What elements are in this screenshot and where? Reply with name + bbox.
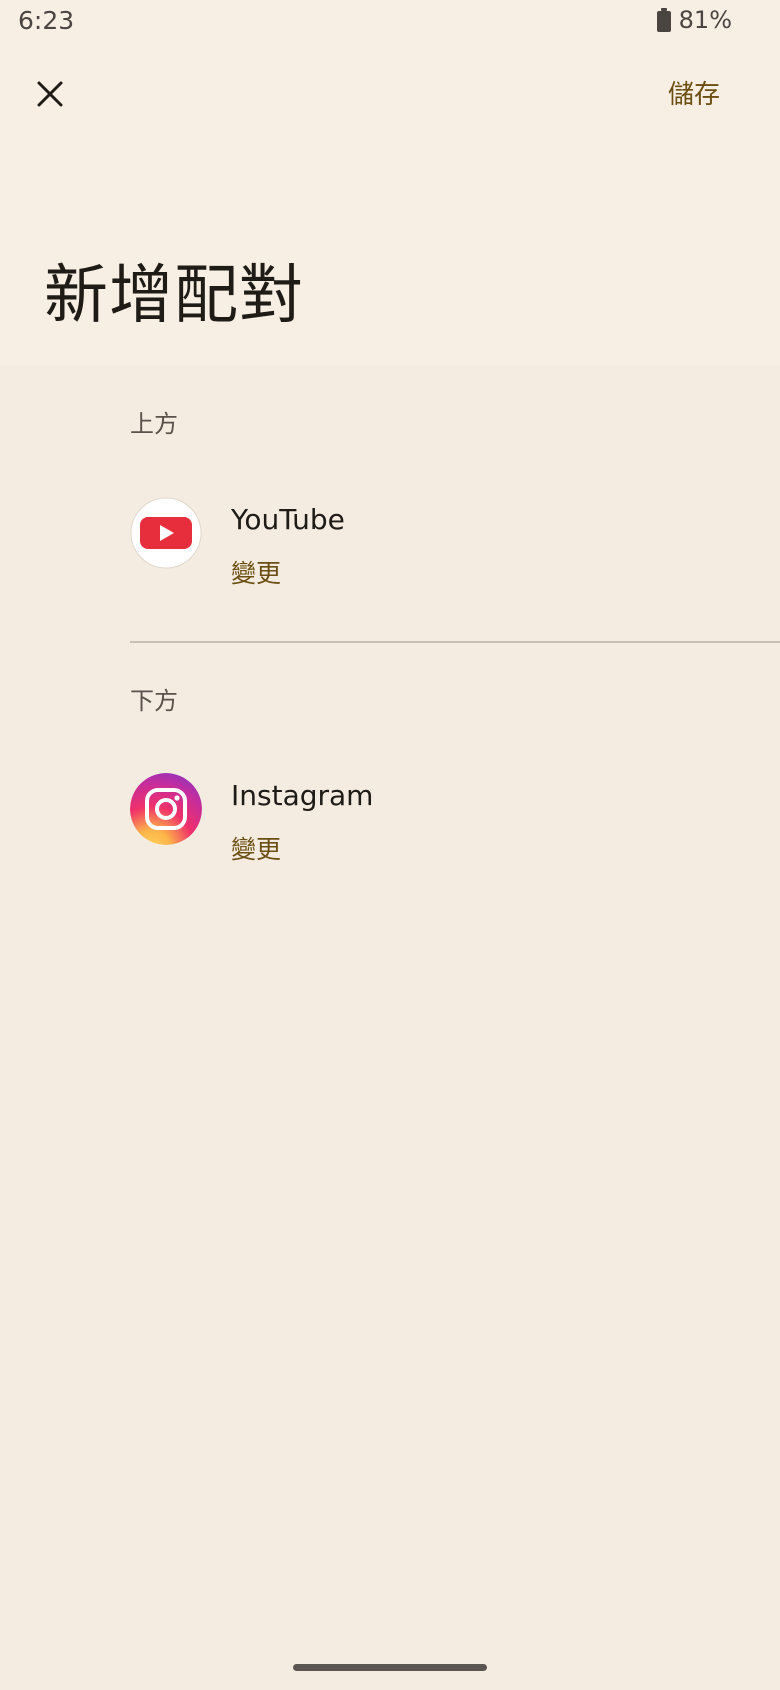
status-bar: 6:23 81%: [0, 0, 780, 44]
instagram-icon: [130, 773, 202, 845]
close-icon: [37, 81, 63, 107]
youtube-icon: [130, 497, 202, 569]
close-button[interactable]: [26, 70, 74, 118]
divider: [130, 641, 780, 643]
change-button-bottom[interactable]: 變更: [231, 830, 281, 866]
app-row-bottom: Instagram 變更: [130, 773, 730, 866]
status-right: 81%: [656, 6, 732, 34]
section-label-bottom: 下方: [130, 687, 178, 715]
app-name-bottom: Instagram: [231, 779, 374, 812]
change-button-top[interactable]: 變更: [231, 554, 281, 590]
status-time: 6:23: [18, 6, 75, 35]
app-row-top: YouTube 變更: [130, 497, 730, 590]
page-title: 新增配對: [44, 259, 304, 333]
save-button[interactable]: 儲存: [668, 74, 720, 111]
app-name-top: YouTube: [231, 503, 345, 536]
section-label-top: 上方: [130, 410, 178, 438]
home-indicator[interactable]: [293, 1664, 487, 1671]
battery-icon: [656, 8, 671, 32]
battery-percent: 81%: [678, 6, 732, 34]
